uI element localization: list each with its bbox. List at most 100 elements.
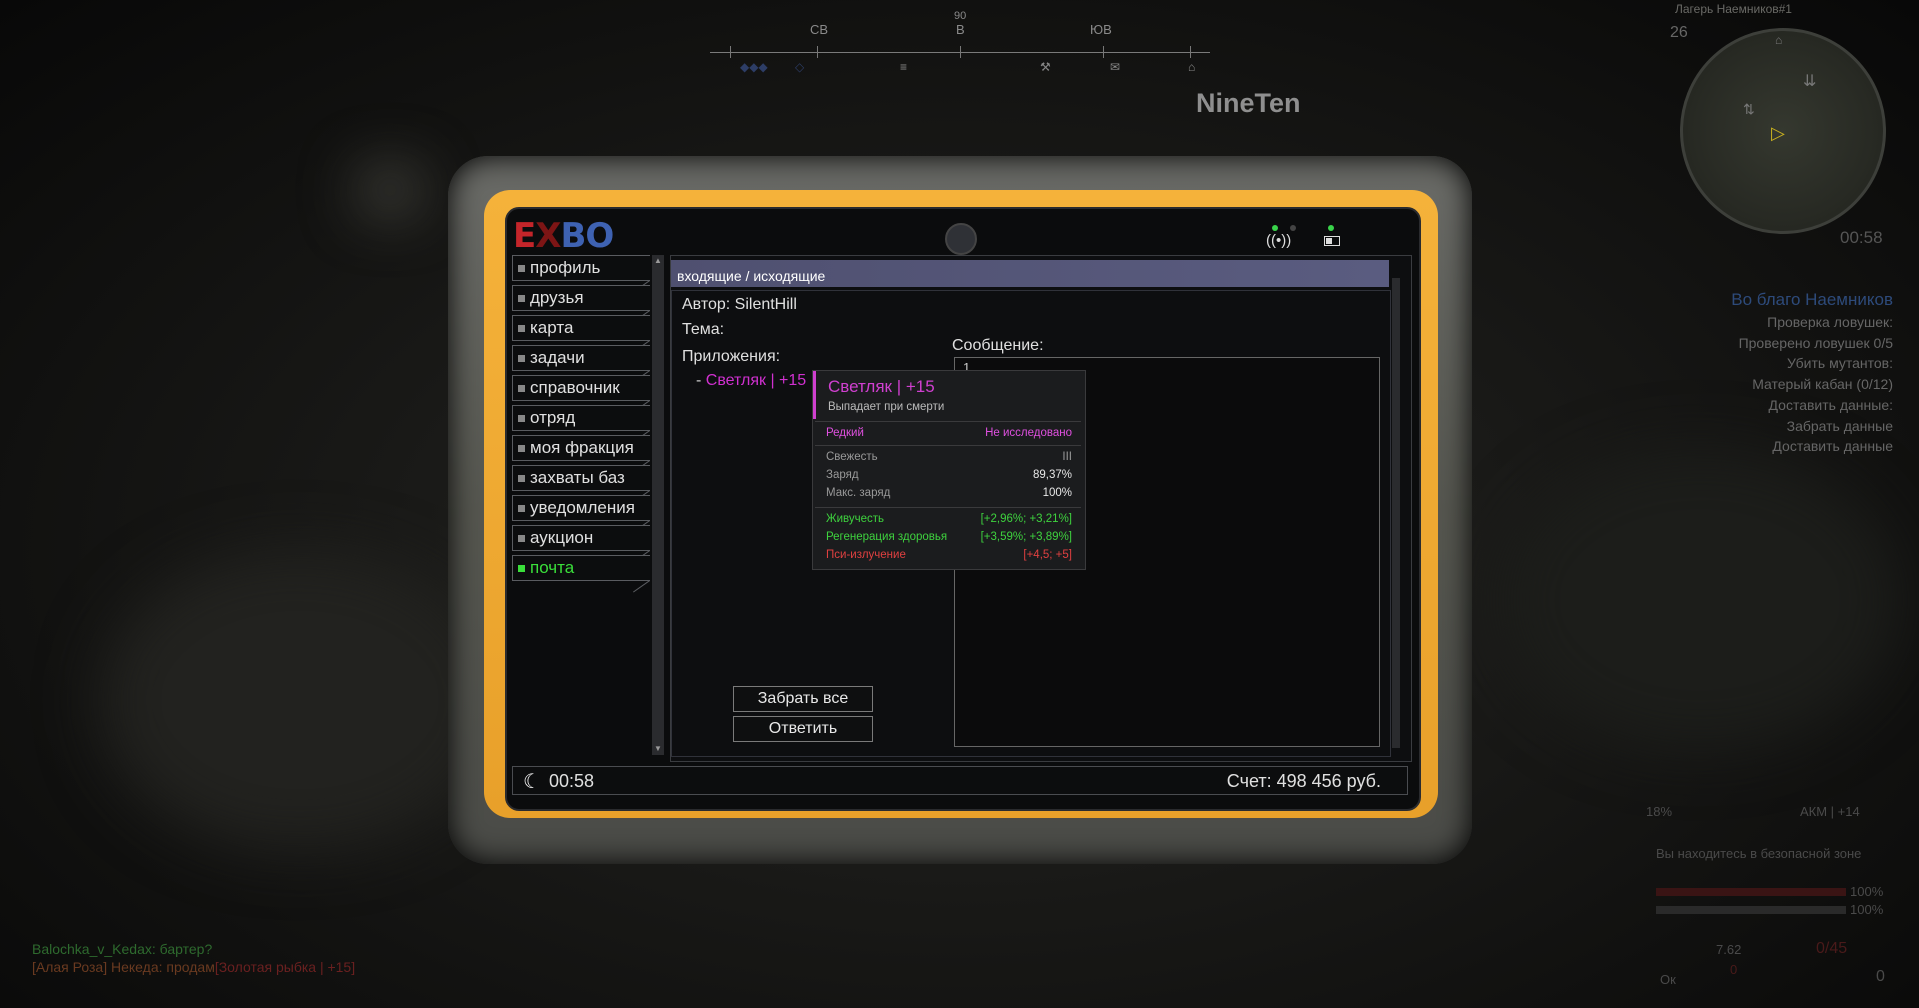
divider: [815, 421, 1081, 422]
led-indicator: [1328, 225, 1334, 231]
stat-row: Заряд 89,37%: [826, 469, 1072, 481]
shop-icon: ⌂: [1188, 60, 1196, 74]
nav-auction[interactable]: аукцион: [512, 525, 650, 551]
stat-name: Макс. заряд: [826, 487, 891, 499]
weapon-name: АКМ | +14: [1800, 804, 1860, 819]
chat-log: Balochka_v_Kedax: бартер? [Алая Роза] Не…: [32, 940, 355, 976]
nav-friends[interactable]: друзья: [512, 285, 650, 311]
nav-label: отряд: [530, 408, 576, 427]
chat-line: Balochka_v_Kedax: бартер?: [32, 940, 355, 958]
led-indicator: [1272, 225, 1278, 231]
nav-guide[interactable]: справочник: [512, 375, 650, 401]
chat-text: продам: [162, 959, 215, 975]
quest-line: Проверка ловушек:: [1767, 314, 1893, 330]
attachment-name: Светляк | +15: [705, 372, 807, 389]
nav-squad[interactable]: отряд: [512, 405, 650, 431]
game-clock: 00:58: [549, 771, 595, 791]
stat-name: Заряд: [826, 469, 859, 481]
compass-label-ne: СВ: [810, 22, 829, 37]
rarity: Редкий: [826, 427, 864, 439]
compass-tick: [1190, 46, 1191, 58]
chat-text: бартер?: [155, 941, 213, 957]
tooltip-subtitle: Выпадает при смерти: [828, 401, 945, 413]
marker-icon: ⇅: [1743, 101, 1755, 117]
mail-scrollbar[interactable]: [1392, 278, 1400, 748]
quest-line: Доставить данные: [1772, 438, 1893, 455]
nav-scrollbar[interactable]: ▲ ▼: [652, 255, 664, 755]
exbo-logo: EXBO: [513, 216, 614, 256]
bullet-icon: [518, 564, 525, 572]
nav-profile[interactable]: профиль: [512, 255, 650, 281]
divider: [815, 445, 1081, 446]
stat-value: III: [1062, 451, 1072, 463]
stamina-value: 100%: [1850, 902, 1884, 917]
compass-tick: [960, 46, 961, 58]
nav-map[interactable]: карта: [512, 315, 650, 341]
tab-outgoing[interactable]: исходящие: [753, 268, 825, 284]
chat-item-link[interactable]: [Золотая рыбка | +15]: [215, 959, 355, 975]
diamond-icon: ◆◆◆: [740, 60, 768, 74]
minimap-number: 26: [1670, 24, 1688, 41]
stamina-bar: [1656, 906, 1846, 914]
player-arrow-icon: ▷: [1771, 123, 1785, 143]
account-balance: Счет: 498 456 руб.: [1226, 771, 1381, 791]
attachment-item[interactable]: - Светляк | +15: [696, 372, 806, 390]
tab-separator: /: [745, 268, 750, 284]
research-status: Не исследовано: [985, 427, 1072, 439]
effect-name: Регенерация здоровья: [826, 531, 948, 543]
nav-label: захваты баз: [530, 468, 625, 487]
mail-author: Автор: SilentHill: [682, 296, 797, 313]
compass-tick: [1103, 46, 1104, 58]
nav-notifications[interactable]: уведомления: [512, 495, 650, 521]
mail-subject: Тема:: [682, 321, 725, 338]
signal-icon: ((•)): [1266, 232, 1292, 249]
ammo-count: 0/45: [1816, 940, 1848, 957]
nav-label: моя фракция: [530, 438, 634, 457]
bg-shadow: [1500, 450, 1900, 750]
minimap[interactable]: ▷ ⇊ ⇅ ⌂: [1680, 28, 1886, 234]
quest-line: Убить мутантов:: [1787, 355, 1893, 372]
effect-value: [+4,5; +5]: [1023, 549, 1072, 561]
bullet-icon: [518, 474, 525, 482]
barrier-icon: ≡: [900, 60, 908, 74]
chat-sender: Balochka_v_Kedax:: [32, 941, 156, 957]
effect-value: [+2,96%; +3,21%]: [980, 513, 1072, 525]
logo-bo: BO: [560, 216, 614, 256]
tab-incoming[interactable]: входящие: [677, 268, 742, 284]
nav-tasks[interactable]: задачи: [512, 345, 650, 371]
bullet-icon: [518, 534, 525, 542]
nav-base-captures[interactable]: захваты баз: [512, 465, 650, 491]
scroll-up-icon[interactable]: ▲: [652, 255, 664, 267]
bullet-icon: [518, 324, 525, 332]
chat-sender: [Алая Роза] Некеда:: [32, 959, 163, 975]
message-label: Сообщение:: [952, 337, 1044, 354]
take-all-button[interactable]: Забрать все: [733, 686, 873, 712]
safe-zone-text: Вы находитесь в безопасной зоне: [1656, 846, 1862, 861]
ok-label: Ок: [1660, 972, 1676, 987]
compass-label-e: В: [956, 22, 965, 37]
quest-title: Во благо Наемников: [1731, 290, 1893, 309]
effect-name: Живучесть: [826, 513, 885, 525]
tooltip-title: Светляк | +15: [828, 377, 935, 396]
diamond-icon: ◇: [795, 60, 805, 74]
compass-tick: [730, 46, 731, 58]
compass-tick: [817, 46, 818, 58]
reply-button[interactable]: Ответить: [733, 716, 873, 742]
caliber: 7.62: [1716, 942, 1742, 957]
compass: СВ 90 В ЮВ ◆◆◆ ◇ ≡ ⚒ ✉ ⌂: [710, 10, 1210, 78]
nav-mail[interactable]: почта: [512, 555, 650, 581]
led-indicator: [1290, 225, 1296, 231]
health-bar: [1656, 888, 1846, 896]
divider: [815, 507, 1081, 508]
chat-line: [Алая Роза] Некеда: продам[Золотая рыбка…: [32, 958, 355, 976]
effect-row: Пси-излучение [+4,5; +5]: [826, 549, 1072, 561]
scroll-down-icon[interactable]: ▼: [652, 743, 664, 755]
compass-label-se: ЮВ: [1090, 22, 1112, 37]
stat-value: 89,37%: [1032, 469, 1072, 481]
quest-line: Забрать данные: [1786, 417, 1893, 434]
nav-faction[interactable]: моя фракция: [512, 435, 650, 461]
ammo-reserve: 0: [1730, 962, 1738, 977]
bullet-icon: [518, 414, 525, 422]
pda-footer: ☾ 00:58 Счет: 498 456 руб.: [512, 766, 1408, 795]
effect-value: [+3,59%; +3,89%]: [980, 531, 1072, 543]
